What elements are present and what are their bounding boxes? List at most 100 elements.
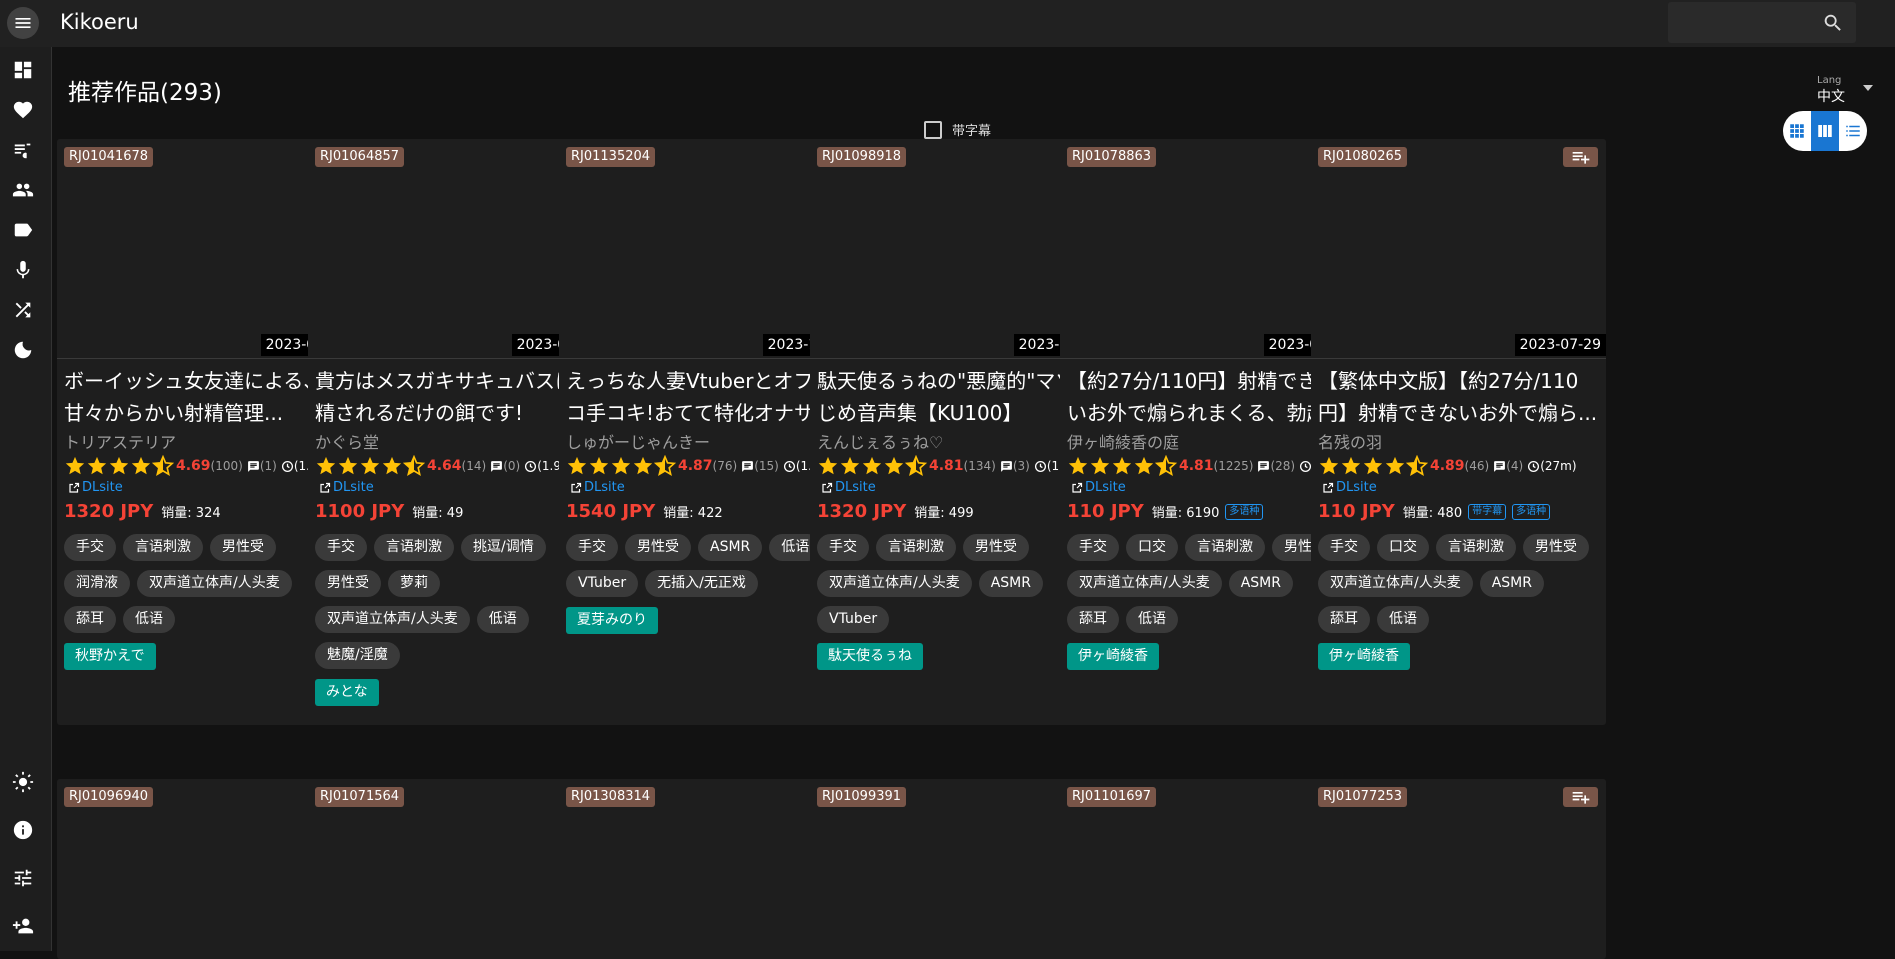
lang-select[interactable]: Lang 中文 — [1817, 75, 1887, 105]
heart-icon[interactable] — [10, 97, 36, 123]
tune-icon[interactable] — [10, 865, 36, 891]
tag-chip[interactable]: 舔耳 — [1067, 606, 1119, 633]
star-icon — [381, 455, 403, 477]
tag-chip[interactable]: VTuber — [817, 606, 890, 633]
release-date: 2023-07-29 — [1514, 334, 1606, 356]
work-card[interactable]: RJ01080265 2023-07-29 【繁体中文版】【約27分/110円】射精… — [1311, 139, 1606, 725]
va-chip[interactable]: 駄天使るぅね — [817, 643, 923, 670]
info-icon[interactable] — [10, 817, 36, 843]
va-chip[interactable]: 伊ヶ崎綾香 — [1067, 643, 1159, 670]
work-title[interactable]: 駄天使るぅねの"悪魔的"マゾいじめ音声集【KU100】 — [817, 365, 1100, 429]
tag-chip[interactable]: 手交 — [566, 534, 618, 561]
dlsite-link[interactable]: DLsite — [570, 477, 625, 499]
tag-chip[interactable]: 双声道立体声/人头麦 — [817, 570, 972, 597]
app-title: Kikoeru — [60, 10, 139, 34]
va-chip[interactable]: 夏芽みのり — [566, 607, 658, 634]
tag-chip[interactable]: 低语 — [476, 606, 529, 633]
menu-button[interactable] — [7, 7, 39, 39]
dlsite-link[interactable]: DLsite — [1322, 477, 1377, 499]
va-chip[interactable]: 伊ヶ崎綾香 — [1318, 643, 1410, 670]
people-icon[interactable] — [10, 177, 36, 203]
work-title[interactable]: 【約27分/110円】射精できないお外で煽られまくる、勃起... — [1067, 365, 1350, 429]
tag-chip[interactable]: 手交 — [64, 534, 116, 561]
subtitle-checkbox[interactable] — [924, 120, 942, 139]
chevron-down-icon[interactable] — [1863, 85, 1873, 91]
list-view-button[interactable] — [1839, 111, 1867, 151]
tag-chip[interactable]: VTuber — [566, 570, 639, 597]
dlsite-link[interactable]: DLsite — [821, 477, 876, 499]
dlsite-link[interactable]: DLsite — [1071, 477, 1126, 499]
view-toggle[interactable] — [1783, 111, 1867, 151]
tag-chip[interactable]: 低语 — [1377, 606, 1429, 633]
circle-name[interactable]: しゅがーじゃんきー — [566, 429, 846, 453]
circle-name[interactable]: 伊ヶ崎綾香の庭 — [1067, 429, 1347, 453]
circle-name[interactable]: トリアステリア — [64, 429, 344, 453]
tag-chip[interactable]: 手交 — [817, 534, 869, 561]
dlsite-link[interactable]: DLsite — [319, 477, 374, 499]
tag-chip[interactable]: 双声道立体声/人头麦 — [137, 570, 292, 597]
add-to-playlist-button[interactable] — [1563, 147, 1598, 167]
tag-chip[interactable]: 男性受 — [315, 570, 381, 597]
work-title[interactable]: 【繁体中文版】【約27分/110円】射精できないお外で煽ら... — [1318, 365, 1601, 429]
tag-chip[interactable]: 双声道立体声/人头麦 — [315, 606, 470, 633]
work-title[interactable]: ボーイッシュ女友達による、甘々からかい射精管理... — [64, 365, 347, 429]
add-to-playlist-button[interactable] — [1563, 787, 1598, 807]
star-icon — [315, 455, 337, 477]
work-card[interactable]: RJ01077253 — [1311, 779, 1606, 959]
tag-chip[interactable]: 口交 — [1377, 534, 1429, 561]
shuffle-icon[interactable] — [10, 297, 36, 323]
cover-image[interactable] — [1311, 139, 1606, 359]
dlsite-link[interactable]: DLsite — [68, 477, 123, 499]
tag-chip[interactable]: 男性受 — [1523, 534, 1589, 561]
tag-chip[interactable]: ASMR — [1228, 570, 1293, 597]
tag-chip[interactable]: 男性受 — [963, 534, 1029, 561]
tag-chip[interactable]: 双声道立体声/人头麦 — [1067, 570, 1222, 597]
tag-chip[interactable]: ASMR — [1479, 570, 1544, 597]
tag-chip[interactable]: 手交 — [315, 534, 367, 561]
tag-chip[interactable]: 言语刺激 — [1185, 534, 1265, 561]
circle-name[interactable]: かぐら堂 — [315, 429, 595, 453]
work-title[interactable]: 貴方はメスガキサキュバスに搾精されるだけの餌です! — [315, 365, 598, 429]
tag-chip[interactable]: 男性受 — [210, 534, 276, 561]
tag-chip[interactable]: ASMR — [978, 570, 1043, 597]
work-title[interactable]: えっちな人妻Vtuberとオフパコ手コキ!おてて特化オナサ... — [566, 365, 849, 429]
tag-chip[interactable]: 言语刺激 — [123, 534, 203, 561]
tag-chip[interactable]: ASMR — [698, 534, 763, 561]
tag-chip[interactable]: 无插入/无正戏 — [645, 570, 758, 597]
sun-icon[interactable] — [10, 769, 36, 795]
search-input[interactable] — [1668, 2, 1856, 43]
grid-view-button[interactable] — [1783, 111, 1811, 151]
tag-chip[interactable]: 言语刺激 — [374, 534, 454, 561]
tag-chip[interactable]: 言语刺激 — [876, 534, 956, 561]
add-person-icon[interactable] — [10, 913, 36, 939]
tag-chip[interactable]: 魅魔/淫魔 — [315, 642, 400, 669]
playlist-icon[interactable] — [10, 137, 36, 163]
tag-chip[interactable]: 手交 — [1067, 534, 1119, 561]
dashboard-icon[interactable] — [10, 57, 36, 83]
columns-view-button[interactable] — [1811, 111, 1839, 151]
tag-chip[interactable]: 手交 — [1318, 534, 1370, 561]
tag-chip[interactable]: 萝莉 — [388, 570, 440, 597]
va-chip[interactable]: みとな — [315, 679, 379, 706]
subtitle-filter[interactable]: 带字幕 — [924, 120, 991, 139]
rating-value: 4.81 — [929, 458, 964, 474]
tag-chip[interactable]: 男性受 — [625, 534, 691, 561]
tag-chip[interactable]: 口交 — [1126, 534, 1178, 561]
circle-name[interactable]: 名残の羽 — [1318, 429, 1598, 453]
star-half-icon — [152, 455, 174, 477]
va-chip[interactable]: 秋野かえで — [64, 643, 156, 670]
mic-icon[interactable] — [10, 257, 36, 283]
tag-chip[interactable]: 舔耳 — [64, 606, 116, 633]
search-icon[interactable] — [1822, 12, 1844, 34]
tag-chip[interactable]: 双声道立体声/人头麦 — [1318, 570, 1473, 597]
tag-chip[interactable]: 舔耳 — [1318, 606, 1370, 633]
tag-chip[interactable]: 低语 — [1126, 606, 1178, 633]
moon-icon[interactable] — [10, 337, 36, 363]
tag-chip[interactable]: 言语刺激 — [1436, 534, 1516, 561]
tag-chip[interactable]: 润滑液 — [64, 570, 130, 597]
clock-icon — [783, 460, 796, 473]
tag-chip[interactable]: 挑逗/调情 — [461, 534, 546, 561]
circle-name[interactable]: えんじぇるぅね♡ — [817, 429, 1097, 453]
tag-chip[interactable]: 低语 — [123, 606, 175, 633]
tag-icon[interactable] — [10, 217, 36, 243]
